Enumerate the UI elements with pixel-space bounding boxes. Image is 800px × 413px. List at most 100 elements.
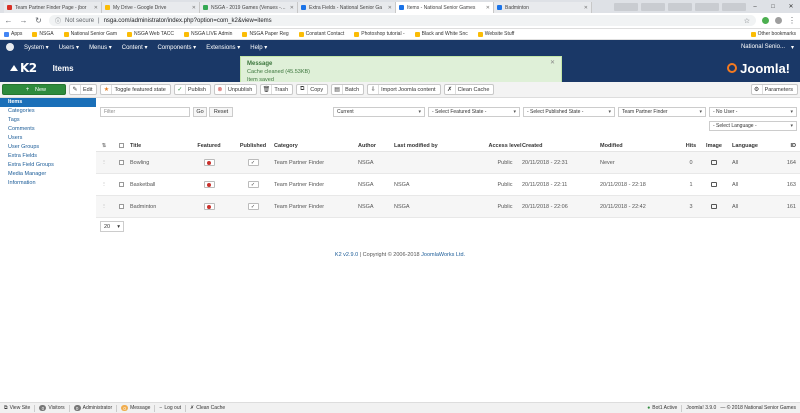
category-column-header[interactable]: Category — [274, 143, 358, 149]
close-tab-icon[interactable]: ✕ — [192, 5, 196, 11]
published-select[interactable]: - Select Published State - ▾ — [523, 107, 615, 117]
row-checkbox[interactable] — [118, 204, 124, 209]
bookmark-item[interactable]: NSGA — [32, 31, 54, 37]
info-icon[interactable]: ⓘ — [55, 16, 61, 25]
row-checkbox[interactable] — [118, 160, 124, 165]
site-name[interactable]: National Senio... — [741, 44, 785, 50]
logout-link[interactable]: − Log out — [159, 405, 181, 411]
close-tab-icon[interactable]: ✕ — [94, 5, 98, 11]
status-clean-cache-link[interactable]: ✗ Clean Cache — [190, 405, 225, 411]
select-all-checkbox[interactable] — [118, 143, 124, 148]
browser-tab[interactable]: Items - National Senior Games ✕ — [396, 2, 494, 13]
reload-icon[interactable]: ↻ — [34, 16, 43, 25]
maximize-icon[interactable]: □ — [764, 4, 782, 10]
bookmark-item[interactable]: National Senior Gam — [63, 31, 117, 37]
bookmark-item[interactable]: Photoshop tutorial - — [354, 31, 405, 37]
image-column-header[interactable]: Image — [702, 143, 726, 149]
top-menu-menus[interactable]: Menus ▾ — [89, 44, 112, 51]
author-column-header[interactable]: Author — [358, 143, 394, 149]
close-tab-icon[interactable]: ✕ — [388, 5, 392, 11]
modified-by-column-header[interactable]: Last modified by — [394, 143, 488, 149]
row-checkbox[interactable] — [118, 182, 124, 187]
parameters-button[interactable]: ⚙ Parameters — [750, 84, 798, 95]
close-tab-icon[interactable]: ✕ — [584, 5, 588, 11]
top-menu-components[interactable]: Components ▾ — [157, 44, 196, 51]
sidebar-item-users[interactable]: Users — [0, 134, 96, 143]
top-menu-help[interactable]: Help ▾ — [250, 44, 267, 51]
publish-button[interactable]: ✓ Publish — [173, 84, 211, 95]
language-select[interactable]: - Select Language - ▾ — [709, 121, 797, 131]
url-field[interactable]: ⓘ Not secure | nsga.com/administrator/in… — [49, 15, 756, 26]
extension-icon[interactable] — [775, 17, 782, 24]
image-icon[interactable] — [711, 160, 717, 165]
sidebar-item-tags[interactable]: Tags — [0, 116, 96, 125]
edit-button[interactable]: ✎ Edit — [69, 84, 98, 95]
browser-tab[interactable]: My Drive - Google Drive ✕ — [102, 2, 200, 13]
close-tab-icon[interactable]: ✕ — [290, 5, 294, 11]
bookmark-item[interactable]: NSGA Web TACC — [127, 31, 174, 37]
bookmark-item[interactable]: Black and White Snc — [414, 31, 468, 37]
sidebar-item-media-manager[interactable]: Media Manager — [0, 170, 96, 179]
copy-button[interactable]: ⧉ Copy — [296, 84, 329, 95]
view-site-link[interactable]: ⧉ View Site — [4, 405, 30, 411]
sort-column-header[interactable]: ⇅ — [96, 143, 112, 149]
administrator-indicator[interactable]: 0 Administrator — [73, 405, 112, 411]
bookmark-item[interactable]: Apps — [4, 31, 22, 37]
top-menu-users[interactable]: Users ▾ — [59, 44, 79, 51]
extension-icon[interactable] — [762, 17, 769, 24]
sidebar-item-extra-field-groups[interactable]: Extra Field Groups — [0, 161, 96, 170]
language-column-header[interactable]: Language — [726, 143, 766, 149]
forward-icon[interactable]: → — [19, 16, 28, 25]
item-category-link[interactable]: Team Partner Finder — [274, 182, 358, 188]
batch-button[interactable]: ▤ Batch — [331, 84, 365, 95]
top-menu-content[interactable]: Content ▾ — [122, 44, 148, 51]
published-toggle[interactable]: ✓ — [247, 159, 259, 166]
clean-cache-button[interactable]: ✗ Clean Cache — [443, 84, 495, 95]
import-button[interactable]: ⇩ Import Joomla content — [367, 84, 441, 95]
title-column-header[interactable]: Title — [130, 143, 186, 149]
item-author-link[interactable]: NSGA — [358, 204, 394, 210]
featured-toggle[interactable] — [203, 159, 215, 166]
browser-tab[interactable]: NSGA - 2019 Games (Venues - Sc ✕ — [200, 2, 298, 13]
item-title-link[interactable]: Basketball — [130, 182, 186, 188]
browser-tab[interactable]: Team Partner Finder Page - jbor ✕ — [4, 2, 102, 13]
image-icon[interactable] — [711, 204, 717, 209]
toggle-featured-button[interactable]: ★ Toggle featured state — [100, 84, 171, 95]
item-author-link[interactable]: NSGA — [358, 160, 394, 166]
featured-column-header[interactable]: Featured — [186, 143, 232, 149]
user-select[interactable]: - No User - ▾ — [709, 107, 797, 117]
browser-tab[interactable]: Extra Fields - National Senior Ga ✕ — [298, 2, 396, 13]
browser-tab[interactable]: Badminton ✕ — [494, 2, 592, 13]
per-page-select[interactable]: 20 ▾ — [100, 221, 124, 232]
blurred-tab[interactable] — [641, 2, 665, 11]
state-select[interactable]: Current ▾ — [333, 107, 425, 117]
joomla-icon[interactable] — [6, 43, 14, 51]
new-button[interactable]: + New — [2, 84, 66, 95]
close-message-icon[interactable]: ✕ — [550, 59, 555, 67]
trash-button[interactable]: 🗑 Trash — [260, 84, 294, 95]
minimize-icon[interactable]: – — [746, 4, 764, 10]
close-window-icon[interactable]: ✕ — [782, 3, 800, 10]
reset-button[interactable]: Reset — [209, 107, 233, 117]
unpublish-button[interactable]: ⊗ Unpublish — [213, 84, 258, 95]
user-menu[interactable]: National Senio... ▾ — [741, 44, 794, 51]
bookmark-item[interactable]: NSGA Paper Reg — [242, 31, 289, 37]
item-category-link[interactable]: Team Partner Finder — [274, 204, 358, 210]
item-author-link[interactable]: NSGA — [358, 182, 394, 188]
browser-menu-icon[interactable]: ⋮ — [788, 16, 796, 25]
blurred-tab[interactable] — [722, 2, 746, 11]
back-icon[interactable]: ← — [4, 16, 13, 25]
drag-handle-icon[interactable]: ⋮ — [96, 204, 112, 210]
close-tab-icon[interactable]: ✕ — [486, 5, 490, 11]
filter-input[interactable]: Filter — [100, 107, 190, 117]
published-column-header[interactable]: Published — [232, 143, 274, 149]
item-title-link[interactable]: Bowling — [130, 160, 186, 166]
visitors-indicator[interactable]: 0 Visitors — [39, 405, 65, 411]
modified-column-header[interactable]: Modified — [600, 143, 680, 149]
bookmark-item[interactable]: Constant Contact — [298, 31, 344, 37]
sidebar-item-information[interactable]: Information — [0, 179, 96, 188]
id-column-header[interactable]: ID — [766, 143, 800, 149]
created-column-header[interactable]: Created — [522, 143, 600, 149]
featured-toggle[interactable] — [203, 203, 215, 210]
go-button[interactable]: Go — [193, 107, 207, 117]
